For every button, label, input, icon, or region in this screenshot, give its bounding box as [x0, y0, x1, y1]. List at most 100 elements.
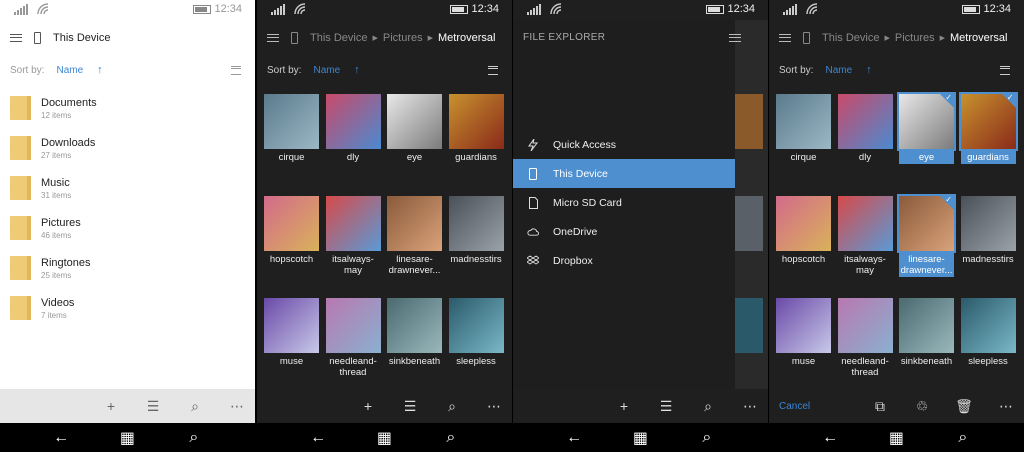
picture-tile[interactable]: sleepless [448, 298, 504, 398]
cancel-button[interactable]: Cancel [779, 401, 810, 412]
more-icon[interactable]: ⋯ [227, 396, 247, 416]
delete-icon[interactable]: 🗑 [954, 396, 974, 416]
search-icon[interactable]: ⌕ [440, 429, 462, 447]
hamburger-icon[interactable] [267, 34, 279, 42]
picture-tile[interactable]: cirque [776, 94, 831, 194]
picture-tile[interactable]: sinkbeneath [899, 298, 954, 398]
folder-icon [10, 176, 31, 200]
windows-icon[interactable]: ▦ [116, 429, 138, 447]
share-icon[interactable]: ♲ [912, 396, 932, 416]
status-bar: 12:34 [257, 0, 512, 20]
sort-direction-icon[interactable]: ↑ [354, 64, 360, 76]
breadcrumb-current[interactable]: Metroversal [950, 32, 1007, 44]
picture-tile[interactable]: muse [776, 298, 831, 398]
picture-tile[interactable]: ✓ eye [897, 92, 956, 194]
sort-value[interactable]: Name [825, 65, 852, 76]
folder-item[interactable]: Downloads 27 items [10, 128, 255, 168]
picture-tile[interactable]: muse [264, 298, 319, 398]
phone-icon [291, 32, 298, 44]
picture-tile[interactable]: hopscotch [776, 196, 831, 296]
breadcrumb-mid[interactable]: Pictures [895, 32, 935, 44]
breadcrumb-current[interactable]: This Device [53, 32, 110, 44]
picture-tile[interactable]: dly [325, 94, 381, 194]
more-icon[interactable]: ⋯ [740, 396, 760, 416]
back-icon[interactable]: ← [50, 429, 72, 447]
sort-direction-icon[interactable]: ↑ [97, 64, 103, 76]
drawer-item-dropbox[interactable]: Dropbox [513, 246, 735, 275]
picture-tile[interactable]: ✓ guardians [958, 92, 1018, 194]
hamburger-icon[interactable] [10, 34, 22, 42]
picture-tile[interactable]: cirque [264, 94, 319, 194]
windows-icon[interactable]: ▦ [629, 429, 651, 447]
search-icon[interactable]: ⌕ [698, 396, 718, 416]
picture-tile[interactable]: madnesstirs [448, 196, 504, 296]
back-icon[interactable]: ← [307, 429, 329, 447]
hamburger-icon[interactable] [779, 34, 791, 42]
folder-item[interactable]: Music 31 items [10, 168, 255, 208]
search-icon[interactable]: ⌕ [185, 396, 205, 416]
more-icon[interactable]: ⋯ [484, 396, 504, 416]
picture-tile[interactable]: itsalways-may [325, 196, 381, 296]
sort-bar: Sort by: Name ↑ [267, 62, 498, 78]
drawer-item-this-device[interactable]: This Device [513, 159, 735, 188]
picture-tile[interactable]: hopscotch [264, 196, 319, 296]
folder-item[interactable]: Documents 12 items [10, 88, 255, 128]
search-icon[interactable]: ⌕ [442, 396, 462, 416]
hamburger-icon[interactable] [729, 34, 741, 42]
screen-drawer: 12:34 FILE EXPLORER Quick Access This De… [513, 0, 768, 452]
breadcrumb-mid[interactable]: Pictures [383, 32, 423, 44]
breadcrumb: This Device ▶ Pictures ▶ Metroversal [310, 32, 495, 44]
picture-thumbnail: ✓ [897, 194, 956, 253]
picture-tile[interactable]: needleand-thread [837, 298, 893, 398]
drawer-item-quick-access[interactable]: Quick Access [513, 130, 735, 159]
picture-tile[interactable]: itsalways-may [837, 196, 893, 296]
picture-tile[interactable]: madnesstirs [960, 196, 1016, 296]
add-icon[interactable]: + [614, 396, 634, 416]
breadcrumb-root[interactable]: This Device [310, 32, 367, 44]
sort-label: Sort by: [10, 64, 45, 76]
view-toggle-icon[interactable] [488, 65, 498, 75]
picture-thumbnail [448, 298, 504, 353]
select-icon[interactable]: ☰ [400, 396, 420, 416]
folder-item[interactable]: Ringtones 25 items [10, 248, 255, 288]
picture-tile[interactable]: sinkbeneath [387, 298, 442, 398]
folder-icon [10, 296, 31, 320]
select-icon[interactable]: ☰ [143, 396, 163, 416]
lightning-icon [527, 138, 539, 151]
windows-icon[interactable]: ▦ [373, 429, 395, 447]
picture-name: hopscotch [781, 254, 826, 265]
back-icon[interactable]: ← [819, 429, 841, 447]
search-icon[interactable]: ⌕ [696, 429, 718, 447]
wifi-icon [550, 3, 562, 15]
back-icon[interactable]: ← [563, 429, 585, 447]
search-icon[interactable]: ⌕ [183, 429, 205, 447]
more-icon[interactable]: ⋯ [996, 396, 1016, 416]
breadcrumb-current[interactable]: Metroversal [438, 32, 495, 44]
picture-thumbnail [837, 298, 893, 353]
add-icon[interactable]: + [101, 396, 121, 416]
select-icon[interactable]: ☰ [656, 396, 676, 416]
picture-tile[interactable]: needleand-thread [325, 298, 381, 398]
view-toggle-icon[interactable] [1000, 65, 1010, 75]
picture-name: eye [406, 152, 423, 163]
search-icon[interactable]: ⌕ [952, 429, 974, 447]
picture-tile[interactable]: linesare-drawnever... [387, 196, 442, 296]
picture-tile[interactable]: sleepless [960, 298, 1016, 398]
sort-value[interactable]: Name [56, 65, 83, 76]
folder-item[interactable]: Videos 7 items [10, 288, 255, 328]
folder-item[interactable]: Pictures 46 items [10, 208, 255, 248]
breadcrumb-root[interactable]: This Device [822, 32, 879, 44]
copy-icon[interactable]: ⧉ [870, 396, 890, 416]
drawer-item-micro-sd-card[interactable]: Micro SD Card [513, 188, 735, 217]
picture-tile[interactable]: ✓ linesare-drawnever... [897, 194, 956, 296]
picture-tile[interactable]: eye [387, 94, 442, 194]
battery-icon [962, 5, 980, 14]
windows-icon[interactable]: ▦ [885, 429, 907, 447]
picture-tile[interactable]: dly [837, 94, 893, 194]
sort-value[interactable]: Name [313, 65, 340, 76]
picture-tile[interactable]: guardians [448, 94, 504, 194]
sort-direction-icon[interactable]: ↑ [866, 64, 872, 76]
drawer-item-onedrive[interactable]: OneDrive [513, 217, 735, 246]
view-toggle-icon[interactable] [231, 65, 241, 75]
add-icon[interactable]: + [358, 396, 378, 416]
